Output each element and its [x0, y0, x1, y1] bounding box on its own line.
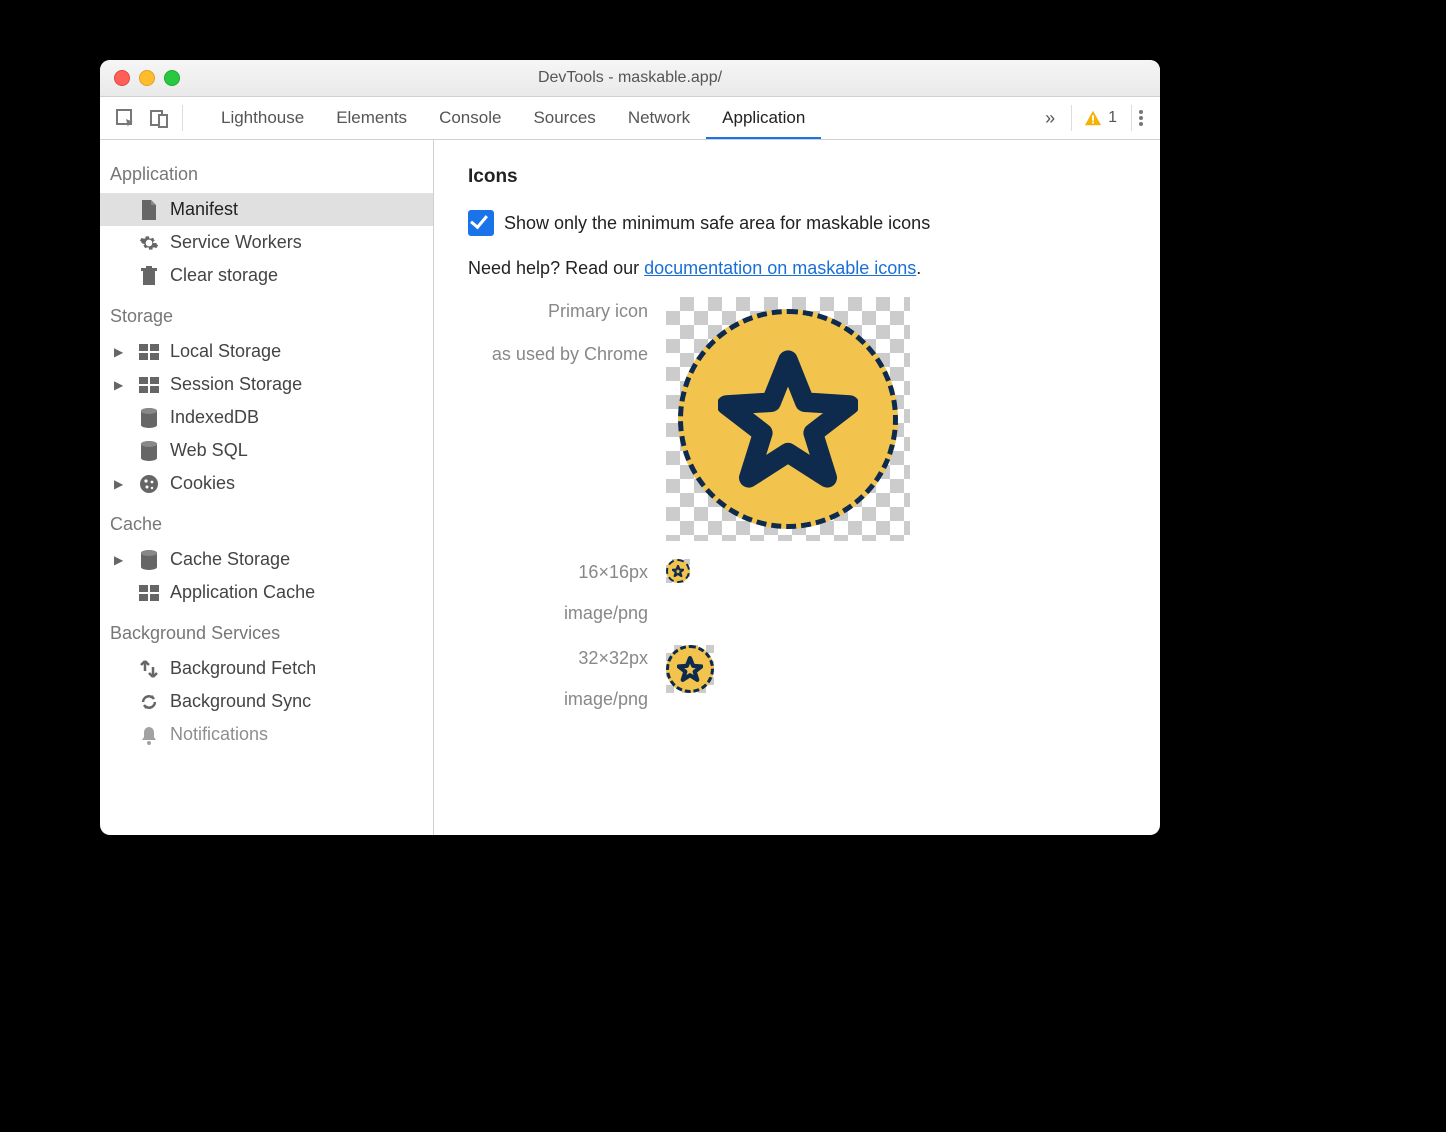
sidebar-group-cache: Cache — [100, 500, 433, 543]
sidebar-item-background-sync[interactable]: Background Sync — [100, 685, 433, 718]
help-suffix: . — [916, 258, 921, 278]
devtools-window: DevTools - maskable.app/ Lighthouse Elem… — [100, 60, 1160, 835]
fetch-icon — [138, 659, 160, 679]
sidebar-item-websql[interactable]: Web SQL — [100, 434, 433, 467]
gear-icon — [138, 233, 160, 253]
sidebar-item-application-cache[interactable]: Application Cache — [100, 576, 433, 609]
inspect-element-icon[interactable] — [110, 103, 140, 133]
cookie-icon — [138, 474, 160, 494]
tab-sources[interactable]: Sources — [517, 98, 611, 139]
warning-icon — [1084, 109, 1102, 127]
sidebar-item-label: Notifications — [170, 724, 268, 745]
grid-icon — [138, 585, 160, 601]
bell-icon — [138, 725, 160, 745]
database-icon — [138, 441, 160, 461]
file-icon — [138, 200, 160, 220]
sidebar-item-background-fetch[interactable]: Background Fetch — [100, 652, 433, 685]
device-toolbar-icon[interactable] — [144, 103, 174, 133]
more-tabs-button[interactable]: » — [1041, 108, 1059, 129]
sidebar-item-label: Background Fetch — [170, 658, 316, 679]
grid-icon — [138, 344, 160, 360]
database-icon — [138, 408, 160, 428]
star-icon — [672, 565, 684, 577]
primary-icon-label: Primary icon as used by Chrome — [468, 297, 648, 541]
star-icon — [718, 349, 858, 489]
kebab-icon — [1138, 108, 1144, 128]
sidebar-item-cookies[interactable]: ▶ Cookies — [100, 467, 433, 500]
sidebar-item-label: Background Sync — [170, 691, 311, 712]
window-title: DevTools - maskable.app/ — [100, 69, 1160, 87]
warning-count: 1 — [1108, 109, 1117, 127]
tab-elements[interactable]: Elements — [320, 98, 423, 139]
close-window-button[interactable] — [114, 70, 130, 86]
database-icon — [138, 550, 160, 570]
tab-lighthouse[interactable]: Lighthouse — [205, 98, 320, 139]
main-panel: Icons Show only the minimum safe area fo… — [434, 140, 1160, 835]
grid-icon — [138, 377, 160, 393]
sidebar-item-label: Web SQL — [170, 440, 248, 461]
zoom-window-button[interactable] — [164, 70, 180, 86]
sidebar-group-background-services: Background Services — [100, 609, 433, 652]
titlebar: DevTools - maskable.app/ — [100, 60, 1160, 97]
sidebar-item-manifest[interactable]: Manifest — [100, 193, 433, 226]
icon-row-labels: 32×32px image/png — [468, 645, 648, 713]
icon-row-16: 16×16px image/png — [468, 559, 1126, 627]
primary-icon-preview — [666, 297, 910, 541]
settings-menu-button[interactable] — [1131, 105, 1150, 131]
star-icon — [677, 656, 703, 682]
sidebar-item-cache-storage[interactable]: ▶ Cache Storage — [100, 543, 433, 576]
tabstrip-right: » 1 — [1041, 105, 1150, 131]
sidebar-item-label: Application Cache — [170, 582, 315, 603]
help-text: Need help? Read our documentation on mas… — [468, 258, 1126, 279]
expand-arrow-icon: ▶ — [114, 553, 128, 567]
sidebar-item-clear-storage[interactable]: Clear storage — [100, 259, 433, 292]
section-title: Icons — [468, 166, 1126, 188]
expand-arrow-icon: ▶ — [114, 378, 128, 392]
sidebar-group-application: Application — [100, 150, 433, 193]
sidebar-item-label: Cache Storage — [170, 549, 290, 570]
minimize-window-button[interactable] — [139, 70, 155, 86]
sidebar-group-storage: Storage — [100, 292, 433, 335]
warnings-chip[interactable]: 1 — [1071, 105, 1117, 131]
sidebar-item-label: Local Storage — [170, 341, 281, 362]
sidebar: Application Manifest Service Workers Cle… — [100, 140, 434, 835]
tab-network[interactable]: Network — [612, 98, 706, 139]
help-link[interactable]: documentation on maskable icons — [644, 258, 916, 278]
safe-area-checkbox[interactable] — [468, 210, 494, 236]
sync-icon — [138, 692, 160, 712]
tab-application[interactable]: Application — [706, 98, 821, 139]
sidebar-item-local-storage[interactable]: ▶ Local Storage — [100, 335, 433, 368]
icon-preview-16 — [666, 559, 690, 583]
sidebar-item-label: Manifest — [170, 199, 238, 220]
safe-area-checkbox-row: Show only the minimum safe area for mask… — [468, 210, 1126, 236]
help-prefix: Need help? Read our — [468, 258, 644, 278]
sidebar-item-label: Service Workers — [170, 232, 302, 253]
sidebar-item-label: Session Storage — [170, 374, 302, 395]
body: Application Manifest Service Workers Cle… — [100, 140, 1160, 835]
sidebar-item-session-storage[interactable]: ▶ Session Storage — [100, 368, 433, 401]
icon-row-32: 32×32px image/png — [468, 645, 1126, 713]
trash-icon — [138, 266, 160, 286]
sidebar-item-label: IndexedDB — [170, 407, 259, 428]
expand-arrow-icon: ▶ — [114, 345, 128, 359]
app-icon — [678, 309, 898, 529]
sidebar-item-service-workers[interactable]: Service Workers — [100, 226, 433, 259]
window-controls — [114, 70, 180, 86]
sidebar-item-label: Clear storage — [170, 265, 278, 286]
sidebar-item-indexeddb[interactable]: IndexedDB — [100, 401, 433, 434]
primary-icon-row: Primary icon as used by Chrome — [468, 297, 1126, 541]
panel-tabs: Lighthouse Elements Console Sources Netw… — [205, 98, 821, 139]
separator — [182, 105, 183, 131]
tabstrip: Lighthouse Elements Console Sources Netw… — [100, 97, 1160, 140]
icon-row-labels: 16×16px image/png — [468, 559, 648, 627]
expand-arrow-icon: ▶ — [114, 477, 128, 491]
safe-area-checkbox-label: Show only the minimum safe area for mask… — [504, 213, 930, 234]
sidebar-item-notifications[interactable]: Notifications — [100, 718, 433, 751]
app-icon — [666, 559, 690, 583]
sidebar-item-label: Cookies — [170, 473, 235, 494]
tab-console[interactable]: Console — [423, 98, 517, 139]
icon-preview-32 — [666, 645, 714, 693]
app-icon — [666, 645, 714, 693]
